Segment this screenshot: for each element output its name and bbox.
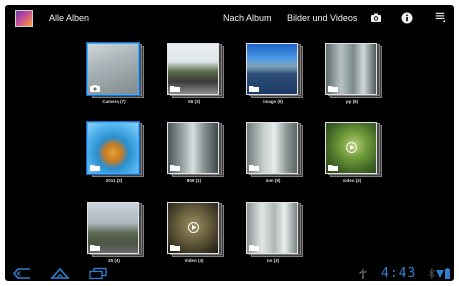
album-thumbnail-stack	[87, 43, 147, 103]
folder-icon	[170, 165, 180, 171]
album-thumbnail-stack	[87, 202, 147, 262]
album-label: nn (3)	[266, 258, 280, 263]
folder-icon	[90, 165, 100, 171]
home-icon[interactable]	[50, 267, 70, 280]
bluetooth-icon	[428, 268, 435, 279]
tab-images-and-videos[interactable]: Bilder und Videos	[287, 13, 357, 23]
album-thumbnail-stack	[167, 202, 227, 262]
gallery-app-icon[interactable]	[15, 10, 36, 30]
album-tile[interactable]: S6 (3)	[167, 43, 233, 115]
album-tile[interactable]: Camera (7)	[87, 43, 153, 115]
back-icon[interactable]	[12, 267, 32, 280]
album-tile[interactable]: video (2)	[325, 122, 391, 194]
album-tile[interactable]: pp (8)	[325, 43, 391, 115]
album-label: video (2)	[342, 178, 362, 183]
action-bar: Alle Alben Nach Album Bilder und Videos	[5, 5, 454, 32]
album-tile[interactable]: 25 (4)	[87, 202, 153, 274]
gallery-screen: Alle Alben Nach Album Bilder und Videos	[5, 5, 454, 281]
folder-icon	[249, 86, 259, 92]
folder-icon	[170, 245, 180, 251]
album-thumbnail-stack	[325, 122, 385, 182]
folder-icon	[328, 165, 338, 171]
play-icon	[346, 142, 357, 153]
tab-by-album[interactable]: Nach Album	[223, 13, 272, 23]
album-label: pp (8)	[345, 99, 359, 104]
status-clock: 4:43	[381, 266, 417, 281]
camera-icon	[90, 85, 100, 92]
page-title: Alle Alben	[49, 13, 90, 23]
album-tile[interactable]: image (9)	[246, 43, 312, 115]
album-tile[interactable]: 809 (1)	[167, 122, 233, 194]
album-tile[interactable]: Video (4)	[167, 202, 233, 274]
album-label: 809 (1)	[186, 178, 202, 183]
album-thumbnail-stack	[325, 43, 385, 103]
camera-icon[interactable]	[370, 12, 382, 24]
album-thumbnail-stack	[246, 122, 306, 182]
wifi-icon	[436, 270, 444, 278]
album-label: image (9)	[263, 99, 283, 104]
folder-icon	[170, 86, 180, 92]
recent-apps-icon[interactable]	[88, 267, 108, 280]
album-thumbnail-stack	[167, 122, 227, 182]
album-label: 25 (4)	[108, 258, 120, 263]
album-thumbnail-stack	[87, 122, 147, 182]
overflow-menu-icon[interactable]	[434, 11, 446, 23]
album-label: S6 (3)	[187, 99, 201, 104]
album-label: Video (4)	[184, 258, 204, 263]
album-thumbnail-stack	[167, 43, 227, 103]
album-tile[interactable]: nn (3)	[246, 202, 312, 274]
album-label: mm (8)	[265, 178, 281, 183]
info-icon[interactable]	[401, 12, 413, 24]
battery-icon	[445, 268, 450, 279]
folder-icon	[249, 245, 259, 251]
folder-icon	[90, 245, 100, 251]
album-thumbnail-stack	[246, 202, 306, 262]
album-tile[interactable]: mm (8)	[246, 122, 312, 194]
usb-icon	[359, 269, 367, 279]
album-thumbnail-stack	[246, 43, 306, 103]
album-label: 2011 (2)	[105, 178, 123, 183]
folder-icon	[249, 165, 259, 171]
album-tile[interactable]: 2011 (2)	[87, 122, 153, 194]
album-label: Camera (7)	[102, 99, 126, 104]
system-navigation-bar: 4:43	[5, 266, 454, 281]
folder-icon	[328, 86, 338, 92]
play-icon	[188, 222, 199, 233]
